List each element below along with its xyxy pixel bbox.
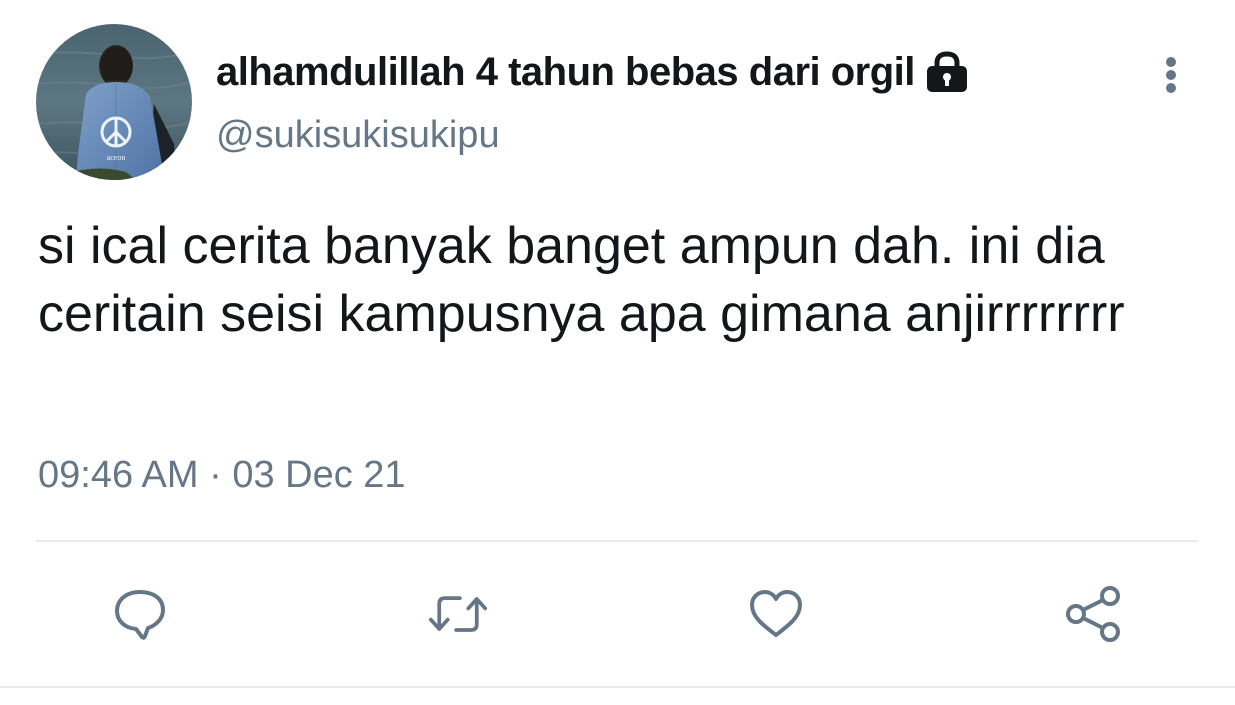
heart-icon: [750, 590, 802, 637]
comment-icon: [115, 590, 165, 640]
retweet-button[interactable]: [428, 584, 488, 644]
like-button[interactable]: [746, 584, 806, 644]
share-icon: [1066, 586, 1120, 642]
user-handle[interactable]: @sukisukisukipu: [216, 114, 500, 157]
reply-button[interactable]: [110, 584, 170, 644]
bottom-divider: [0, 686, 1235, 688]
action-bar: [0, 584, 1235, 644]
retweet-icon: [428, 596, 488, 632]
display-name[interactable]: alhamdulillah 4 tahun bebas dari orgil: [216, 50, 915, 95]
divider: [36, 540, 1198, 542]
share-button[interactable]: [1064, 584, 1124, 644]
lock-icon: [923, 50, 971, 94]
avatar[interactable]: aceon: [36, 24, 192, 180]
user-name-row[interactable]: alhamdulillah 4 tahun bebas dari orgil: [216, 44, 971, 100]
more-vertical-icon: [1166, 57, 1176, 93]
tweet-timestamp[interactable]: 09:46 AM · 03 Dec 21: [38, 454, 406, 497]
tweet-card: aceon alhamdulillah 4 tahun bebas dari o…: [0, 0, 1235, 705]
avatar-photo: aceon: [36, 24, 192, 180]
tweet-text: si ical cerita banyak banget ampun dah. …: [38, 217, 1125, 343]
more-options-button[interactable]: [1150, 50, 1192, 100]
avatar-badge-text: aceon: [107, 153, 126, 162]
